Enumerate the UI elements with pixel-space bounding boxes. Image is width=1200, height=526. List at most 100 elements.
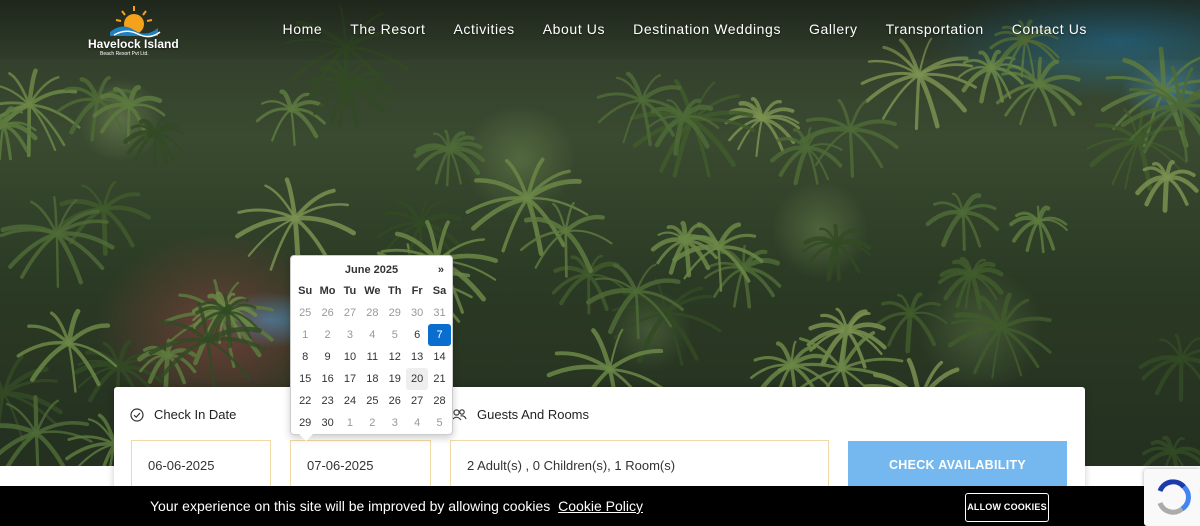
datepicker-day[interactable]: 2 [361,412,383,434]
palm-frond [564,230,568,278]
recaptcha-badge[interactable] [1144,469,1200,526]
datepicker-day[interactable]: 5 [428,412,450,434]
weekday-label: Tu [343,285,357,297]
palm-frond [101,207,135,248]
datepicker-header: June 2025 » [291,264,452,278]
datepicker-day[interactable]: 23 [316,390,338,412]
palm-frond [563,229,593,273]
palm-frond [1179,357,1200,381]
datepicker-day[interactable]: 3 [339,324,361,346]
datepicker-day[interactable]: 10 [339,346,361,368]
palm-frond [848,128,855,178]
datepicker-day[interactable]: 30 [316,412,338,434]
check-out-input[interactable]: 07-06-2025 [290,440,431,490]
nav-home[interactable]: Home [282,21,322,37]
palm-frond [290,108,296,146]
datepicker-day[interactable]: 30 [406,302,428,324]
allow-cookies-button[interactable]: ALLOW COOKIES [965,493,1049,522]
palm-frond [634,278,681,294]
site-logo[interactable]: Havelock Island Beach Resort Pvt Ltd. [84,2,184,60]
palm-frond [607,348,664,372]
datepicker-day[interactable]: 26 [384,390,406,412]
nav-transportation[interactable]: Transportation [886,21,984,37]
palm-frond [979,66,994,104]
datepicker-day[interactable]: 15 [294,368,316,390]
datepicker-week-row: 8 9 10 11 12 13 14 [294,346,451,368]
datepicker-day[interactable]: 19 [384,368,406,390]
datepicker-day[interactable]: 5 [384,324,406,346]
datepicker-day[interactable]: 31 [428,302,450,324]
datepicker-day[interactable]: 24 [339,390,361,412]
datepicker-day[interactable]: 29 [384,302,406,324]
palm-frond [826,242,839,281]
palm-frond [523,216,568,234]
nav-gallery[interactable]: Gallery [809,21,858,37]
datepicker-day[interactable]: 3 [384,412,406,434]
cookie-policy-link[interactable]: Cookie Policy [558,498,643,514]
palm-frond [1162,56,1200,93]
nav-destination-weddings[interactable]: Destination Weddings [633,21,781,37]
palm-frond [848,127,899,150]
datepicker-week-row: 25 26 27 28 29 30 31 [294,302,451,324]
datepicker-day[interactable]: 2 [316,324,338,346]
datepicker-day[interactable]: 27 [406,390,428,412]
palm-frond [546,364,613,378]
booking-panel: Check In Date Guests And Rooms 06-06-202… [114,387,1085,497]
datepicker-day[interactable]: 1 [294,324,316,346]
check-circle-icon [130,407,144,422]
palm-frond [50,311,71,345]
datepicker-day[interactable]: 4 [361,324,383,346]
next-month-arrow-icon[interactable]: » [438,264,444,276]
palm-frond [755,118,764,157]
datepicker-day[interactable]: 12 [384,346,406,368]
check-availability-button[interactable]: CHECK AVAILABILITY [848,441,1067,489]
datepicker-day[interactable]: 26 [316,302,338,324]
datepicker-day[interactable]: 13 [406,346,428,368]
datepicker-day[interactable]: 17 [339,368,361,390]
palm-frond [445,148,451,187]
palm-frond [969,267,1004,278]
datepicker-day[interactable]: 28 [361,302,383,324]
weekday-label: Fr [411,285,423,297]
datepicker-week-row: 29 30 1 2 3 4 5 [294,412,451,434]
datepicker-day[interactable]: 1 [339,412,361,434]
datepicker-day[interactable]: 6 [406,324,428,346]
datepicker-day[interactable]: 21 [428,368,450,390]
datepicker-day[interactable]: 25 [294,302,316,324]
datepicker-day[interactable]: 27 [339,302,361,324]
datepicker-day[interactable]: 4 [406,412,428,434]
palm-frond [27,103,81,129]
nav-activities[interactable]: Activities [453,21,514,37]
check-in-input[interactable]: 06-06-2025 [131,440,271,490]
datepicker-day[interactable]: 8 [294,346,316,368]
datepicker-day[interactable]: 9 [316,346,338,368]
nav-about-us[interactable]: About Us [543,21,605,37]
datepicker-day[interactable]: 7 [428,324,451,346]
datepicker-day[interactable]: 20 [405,368,429,390]
datepicker-week-row: 22 23 24 25 26 27 28 [294,390,451,412]
datepicker-day[interactable]: 18 [361,368,383,390]
nav-contact-us[interactable]: Contact Us [1012,21,1087,37]
datepicker-day[interactable]: 22 [294,390,316,412]
palm-frond [0,391,6,426]
datepicker-day[interactable]: 16 [316,368,338,390]
guests-rooms-selector[interactable]: 2 Adult(s) , 0 Children(s), 1 Room(s) [450,440,829,490]
datepicker-month-switch[interactable]: June 2025 [291,264,452,276]
palm-frond [1004,83,1041,117]
palm-frond [973,326,1004,375]
datepicker-day[interactable]: 29 [294,412,316,434]
palm-frond [999,316,1052,331]
palm-frond [1122,57,1167,94]
nav-the-resort[interactable]: The Resort [350,21,425,37]
datepicker-day[interactable]: 25 [361,390,383,412]
datepicker-day[interactable]: 14 [428,346,450,368]
palm-frond [969,273,983,311]
datepicker-day[interactable]: 11 [361,346,383,368]
palm-frond [1162,175,1170,213]
palm-frond [596,92,644,103]
palm-frond [225,310,232,349]
palm-frond [848,119,898,132]
cookie-consent-bar: Your experience on this site will be imp… [0,486,1200,526]
check-in-label: Check In Date [154,407,237,422]
datepicker-day[interactable]: 28 [428,390,450,412]
